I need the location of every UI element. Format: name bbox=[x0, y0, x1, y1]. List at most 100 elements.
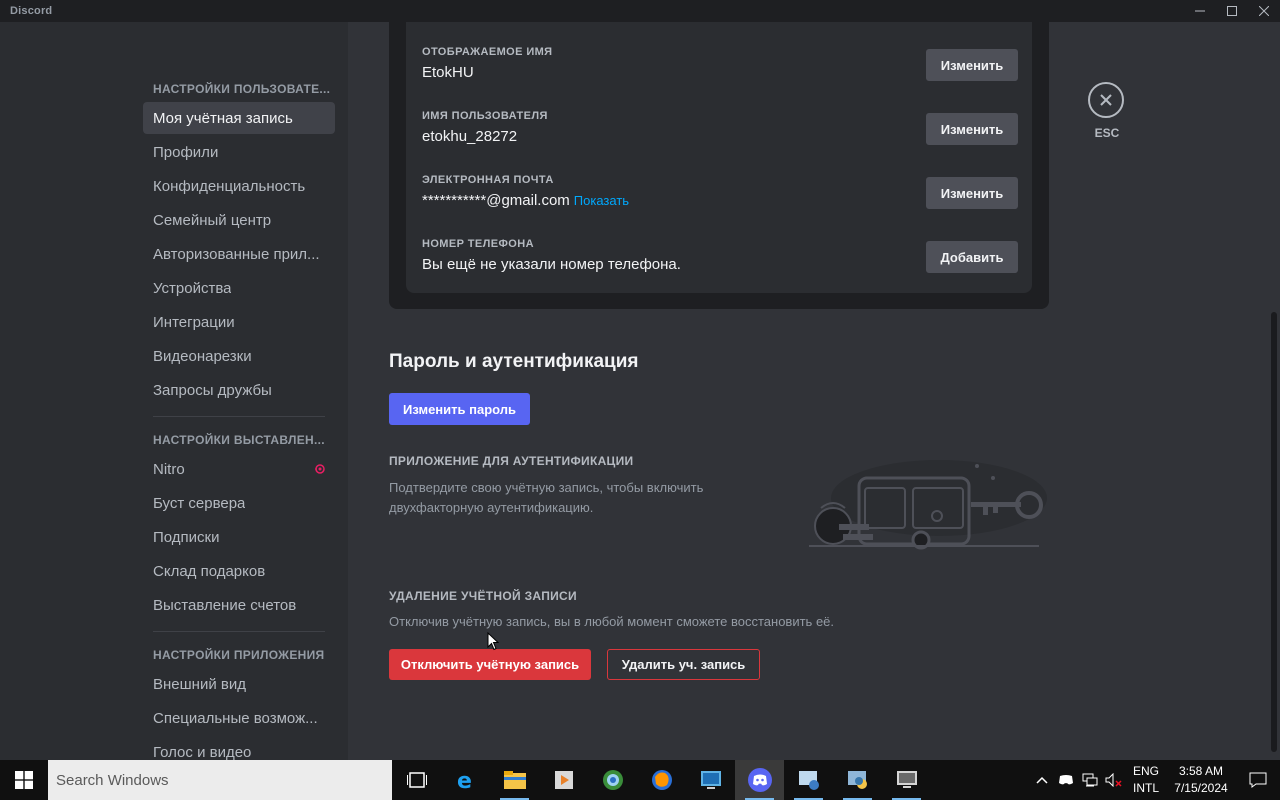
sidebar-item-voice-video[interactable]: Голос и видео bbox=[143, 736, 335, 761]
edit-email-button[interactable]: Изменить bbox=[926, 177, 1018, 209]
lang-code: ENG bbox=[1132, 764, 1159, 778]
taskbar-apps: e bbox=[392, 760, 931, 800]
sidebar-item-label: Семейный центр bbox=[153, 211, 272, 229]
start-button[interactable] bbox=[0, 760, 48, 800]
taskbar-firefox[interactable] bbox=[637, 760, 686, 800]
title-bar: Discord bbox=[0, 0, 1280, 22]
tray-network[interactable] bbox=[1078, 760, 1102, 800]
maximize-button[interactable] bbox=[1216, 0, 1248, 22]
disable-account-button[interactable]: Отключить учётную запись bbox=[389, 649, 591, 680]
treasure-chest-illustration bbox=[809, 460, 1047, 550]
taskbar-discord[interactable] bbox=[735, 760, 784, 800]
sidebar-header-billing-settings: НАСТРОЙКИ ВЫСТАВЛЕН... bbox=[153, 433, 325, 447]
media-player-icon bbox=[554, 771, 573, 789]
sidebar-item-label: Склад подарков bbox=[153, 562, 266, 580]
email-value-wrap: ***********@gmail.com Показать bbox=[422, 192, 629, 209]
taskbar-system-app[interactable] bbox=[882, 760, 931, 800]
add-phone-button[interactable]: Добавить bbox=[926, 241, 1018, 273]
taskbar-search-input[interactable]: Search Windows bbox=[48, 760, 392, 800]
windows-taskbar: Search Windows e ENG INTL 3:58 AM 7/15/2… bbox=[0, 760, 1280, 800]
sidebar-item-clips[interactable]: Видеонарезки bbox=[143, 340, 335, 372]
username-value: etokhu_28272 bbox=[422, 128, 518, 145]
tray-clock[interactable]: 3:58 AM 7/15/2024 bbox=[1166, 763, 1236, 797]
tray-discord[interactable] bbox=[1054, 760, 1078, 800]
volume-muted-icon bbox=[1105, 773, 1122, 787]
sidebar-item-label: Моя учётная запись bbox=[153, 109, 293, 127]
delete-account-button[interactable]: Удалить уч. запись bbox=[607, 649, 760, 680]
delete-account-description: Отключив учётную запись, вы в любой моме… bbox=[389, 614, 835, 629]
svg-text:e: e bbox=[457, 769, 472, 791]
search-placeholder: Search Windows bbox=[56, 771, 169, 789]
close-settings-button[interactable] bbox=[1088, 82, 1124, 118]
sidebar-item-family-center[interactable]: Семейный центр bbox=[143, 204, 335, 236]
show-email-link[interactable]: Показать bbox=[574, 193, 629, 208]
password-section-title: Пароль и аутентификация bbox=[389, 351, 639, 372]
account-fields-panel: ОТОБРАЖАЕМОЕ ИМЯ EtokHU Изменить ИМЯ ПОЛ… bbox=[406, 22, 1032, 293]
clock-date: 7/15/2024 bbox=[1174, 781, 1228, 795]
minimize-button[interactable] bbox=[1184, 0, 1216, 22]
windows-logo-icon bbox=[15, 771, 33, 789]
sidebar-item-accessibility[interactable]: Специальные возмож... bbox=[143, 702, 335, 734]
change-password-button[interactable]: Изменить пароль bbox=[389, 393, 530, 425]
auth-app-header: ПРИЛОЖЕНИЕ ДЛЯ АУТЕНТИФИКАЦИИ bbox=[389, 454, 634, 468]
close-settings[interactable]: ESC bbox=[1088, 82, 1126, 140]
sidebar-header-user-settings: НАСТРОЙКИ ПОЛЬЗОВАТЕ... bbox=[153, 82, 331, 96]
email-label: ЭЛЕКТРОННАЯ ПОЧТА bbox=[422, 174, 554, 186]
phone-row: НОМЕР ТЕЛЕФОНА Вы ещё не указали номер т… bbox=[422, 238, 1018, 290]
taskbar-remote-app[interactable] bbox=[686, 760, 735, 800]
sidebar-header-app-settings: НАСТРОЙКИ ПРИЛОЖЕНИЯ bbox=[153, 648, 325, 662]
task-view-button[interactable] bbox=[392, 760, 441, 800]
taskbar-app-settings[interactable] bbox=[784, 760, 833, 800]
taskbar-file-explorer[interactable] bbox=[490, 760, 539, 800]
sidebar-item-devices[interactable]: Устройства bbox=[143, 272, 335, 304]
close-window-button[interactable] bbox=[1248, 0, 1280, 22]
edit-display-name-button[interactable]: Изменить bbox=[926, 49, 1018, 81]
sidebar-item-my-account[interactable]: Моя учётная запись bbox=[143, 102, 335, 134]
lang-layout: INTL bbox=[1132, 781, 1159, 795]
sidebar-item-label: Nitro bbox=[153, 460, 185, 478]
username-label: ИМЯ ПОЛЬЗОВАТЕЛЯ bbox=[422, 110, 548, 122]
settings-sidebar: НАСТРОЙКИ ПОЛЬЗОВАТЕ... Моя учётная запи… bbox=[0, 22, 348, 760]
auth-app-desc-line: Подтвердите свою учётную запись, чтобы в… bbox=[389, 480, 704, 495]
email-row: ЭЛЕКТРОННАЯ ПОЧТА ***********@gmail.com П… bbox=[422, 174, 1018, 226]
sidebar-item-label: Интеграции bbox=[153, 313, 235, 331]
sidebar-divider bbox=[153, 416, 325, 417]
sidebar-item-label: Внешний вид bbox=[153, 675, 246, 693]
network-icon bbox=[1082, 773, 1098, 787]
auth-app-desc-line: двухфакторную аутентификацию. bbox=[389, 500, 594, 515]
scrollbar-thumb[interactable] bbox=[1271, 312, 1277, 752]
display-name-row: ОТОБРАЖАЕМОЕ ИМЯ EtokHU Изменить bbox=[422, 46, 1018, 98]
sidebar-item-privacy[interactable]: Конфиденциальность bbox=[143, 170, 335, 202]
sidebar-nav: НАСТРОЙКИ ПОЛЬЗОВАТЕ... Моя учётная запи… bbox=[143, 74, 335, 760]
sidebar-item-billing[interactable]: Выставление счетов bbox=[143, 589, 335, 621]
discord-tray-icon bbox=[1059, 775, 1073, 785]
taskbar-chrome[interactable] bbox=[588, 760, 637, 800]
taskbar-python[interactable] bbox=[833, 760, 882, 800]
close-icon bbox=[1259, 6, 1269, 16]
tray-volume[interactable] bbox=[1102, 760, 1126, 800]
sidebar-item-label: Подписки bbox=[153, 528, 220, 546]
sidebar-item-subscriptions[interactable]: Подписки bbox=[143, 521, 335, 553]
close-icon bbox=[1100, 94, 1112, 106]
sidebar-item-label: Устройства bbox=[153, 279, 232, 297]
username-row: ИМЯ ПОЛЬЗОВАТЕЛЯ etokhu_28272 Изменить bbox=[422, 110, 1018, 162]
sidebar-item-gift-inventory[interactable]: Склад подарков bbox=[143, 555, 335, 587]
nitro-icon bbox=[315, 464, 325, 474]
edit-username-button[interactable]: Изменить bbox=[926, 113, 1018, 145]
content-scrollbar[interactable] bbox=[1268, 22, 1280, 760]
tray-language[interactable]: ENG INTL bbox=[1126, 763, 1166, 797]
account-card: ОТОБРАЖАЕМОЕ ИМЯ EtokHU Изменить ИМЯ ПОЛ… bbox=[389, 22, 1049, 309]
sidebar-item-server-boost[interactable]: Буст сервера bbox=[143, 487, 335, 519]
sidebar-item-connections[interactable]: Интеграции bbox=[143, 306, 335, 338]
sidebar-item-friend-requests[interactable]: Запросы дружбы bbox=[143, 374, 335, 406]
sidebar-item-nitro[interactable]: Nitro bbox=[143, 453, 335, 485]
esc-label: ESC bbox=[1094, 126, 1120, 140]
sidebar-item-appearance[interactable]: Внешний вид bbox=[143, 668, 335, 700]
taskbar-media-player[interactable] bbox=[539, 760, 588, 800]
tray-expand-button[interactable] bbox=[1030, 760, 1054, 800]
notification-center-button[interactable] bbox=[1236, 760, 1280, 800]
sidebar-item-authorized-apps[interactable]: Авторизованные прил... bbox=[143, 238, 335, 270]
sidebar-item-profiles[interactable]: Профили bbox=[143, 136, 335, 168]
settings-content: ОТОБРАЖАЕМОЕ ИМЯ EtokHU Изменить ИМЯ ПОЛ… bbox=[348, 22, 1268, 760]
taskbar-edge[interactable]: e bbox=[441, 760, 490, 800]
